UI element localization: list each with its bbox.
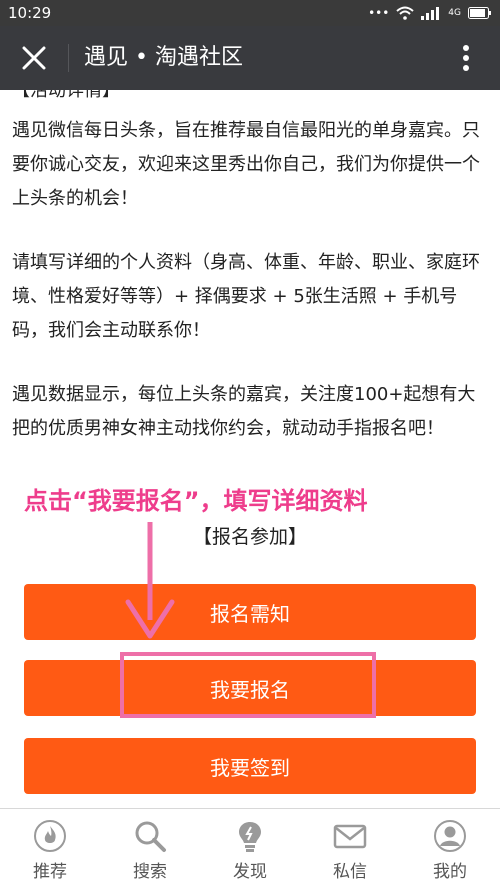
more-vertical-icon bbox=[463, 45, 469, 71]
tab-label: 搜索 bbox=[133, 862, 167, 882]
page-title: 遇见 • 淘遇社区 bbox=[84, 45, 243, 70]
article-content: 【活动详情】 遇见微信每日头条，旨在推荐最自信最阳光的单身嘉宾。只要你诚心交友，… bbox=[0, 90, 500, 808]
tab-label: 发现 bbox=[233, 862, 267, 882]
status-icons: ••• 4G bbox=[368, 3, 492, 23]
user-icon bbox=[433, 819, 467, 853]
lightbulb-icon bbox=[233, 819, 267, 853]
close-icon bbox=[22, 46, 46, 70]
more-button[interactable] bbox=[446, 38, 486, 78]
tab-label: 私信 bbox=[333, 862, 367, 882]
status-time: 10:29 bbox=[8, 4, 52, 22]
tab-label: 我的 bbox=[433, 862, 467, 882]
battery-icon bbox=[468, 7, 491, 19]
nav-divider bbox=[68, 44, 69, 72]
tab-recommend[interactable]: 推荐 bbox=[0, 809, 100, 889]
bottom-tab-bar: 推荐 搜索 发现 私信 我的 bbox=[0, 808, 500, 889]
tab-search[interactable]: 搜索 bbox=[100, 809, 200, 889]
status-bar: 10:29 ••• 4G bbox=[0, 0, 500, 26]
tab-messages[interactable]: 私信 bbox=[300, 809, 400, 889]
wifi-icon bbox=[396, 6, 414, 20]
tab-discover[interactable]: 发现 bbox=[200, 809, 300, 889]
search-icon bbox=[133, 819, 167, 853]
annotation-highlight-box bbox=[120, 652, 376, 718]
nav-bar: 遇见 • 淘遇社区 bbox=[0, 26, 500, 90]
tab-label: 推荐 bbox=[33, 862, 67, 882]
dots-icon: ••• bbox=[368, 6, 390, 20]
flame-icon bbox=[33, 819, 67, 853]
signal-icon bbox=[421, 7, 440, 20]
tab-profile[interactable]: 我的 bbox=[400, 809, 500, 889]
mail-icon bbox=[333, 819, 367, 853]
network-type: 4G bbox=[448, 8, 461, 18]
close-button[interactable] bbox=[14, 38, 54, 78]
